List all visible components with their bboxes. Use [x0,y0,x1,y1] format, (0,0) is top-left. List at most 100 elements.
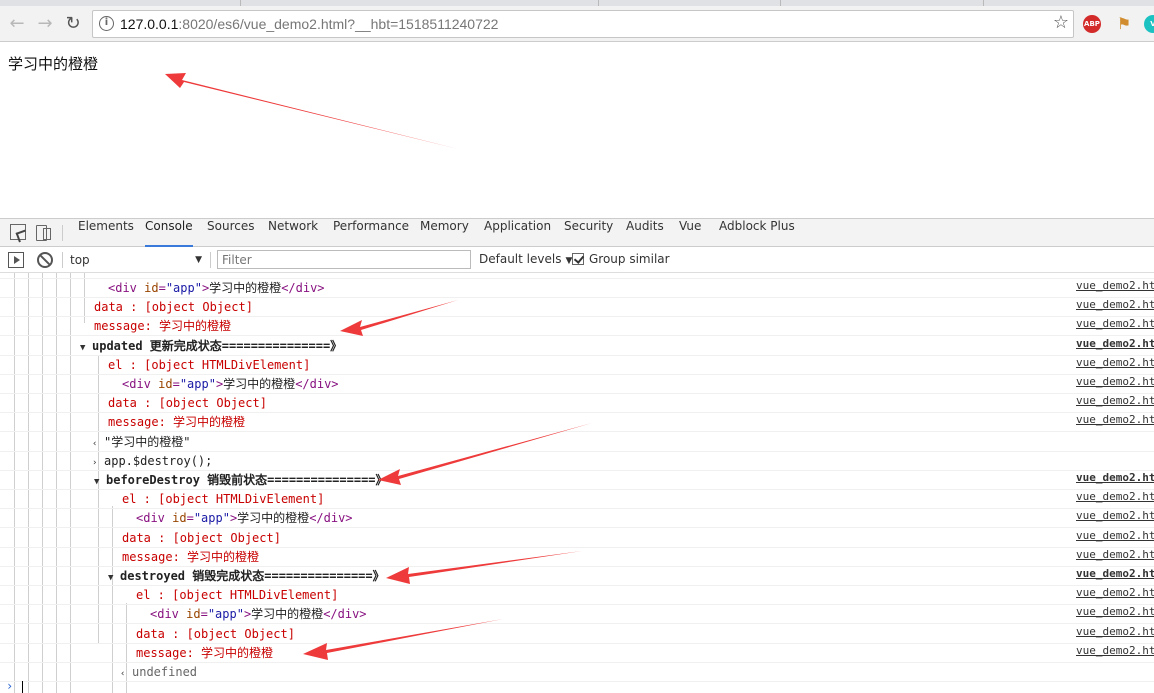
tab-security[interactable]: Security [564,219,613,247]
log-text: message: 学习中的橙橙 [94,319,232,334]
text-cursor [22,681,23,693]
log-source-link[interactable]: vue_demo2.html [1076,548,1154,561]
expanded-triangle-icon[interactable]: ▼ [94,473,106,491]
log-source-link[interactable]: vue_demo2.html [1076,413,1154,426]
divider [210,252,211,268]
log-row: data : [object Object] vue_demo2.html [0,298,1154,318]
element-text: 学习中的橙橙 [209,281,282,295]
console-sidebar-icon[interactable] [8,252,24,268]
log-source-link[interactable]: vue_demo2.html [1076,356,1154,369]
log-input: › app.$destroy(); [92,452,212,472]
group-similar-checkbox[interactable]: Group similar [572,252,670,266]
tab-sources[interactable]: Sources [207,219,254,247]
log-text: app.$destroy(); [104,453,213,468]
log-row: ‹ undefined [0,663,1154,682]
context-select[interactable]: top ▼ [70,251,206,269]
device-toolbar-icon[interactable] [34,224,51,241]
log-group-header[interactable]: ▼ beforeDestroy 销毁前状态===============》 vue_… [0,471,1154,490]
log-text: "学习中的橙橙" [104,434,191,449]
log-row: el : [object HTMLDivElement] vue_demo2.ht… [0,586,1154,606]
log-source-link[interactable]: vue_demo2.html [1076,375,1154,388]
log-source-link[interactable]: vue_demo2.html [1076,567,1154,580]
address-bar[interactable]: i 127.0.0.1:8020/es6/vue_demo2.html?__hb… [92,10,1074,38]
log-group-header[interactable]: ▼ updated 更新完成状态===============》 vue_demo2… [0,337,1154,356]
tab-application[interactable]: Application [484,219,551,247]
result-chevron-icon: ‹ [92,438,98,449]
tab-performance[interactable]: Performance [333,219,409,247]
log-levels-dropdown[interactable]: Default levels ▼ [479,252,572,266]
log-source-link[interactable]: vue_demo2.html [1076,298,1154,311]
log-text: beforeDestroy 销毁前状态===============》 [106,473,388,487]
html-attr-value: "app" [165,281,202,295]
log-source-link[interactable]: vue_demo2.html [1076,586,1154,599]
html-attr: id [186,607,201,622]
log-element-preview: <div id="app">学习中的橙橙</div> [136,509,353,527]
log-row: el : [object HTMLDivElement] vue_demo2.ht… [0,356,1154,375]
url-path: :8020/es6/vue_demo2.html?__hbt=151851124… [178,16,499,32]
log-text: data : [object Object] [122,530,281,545]
element-text: 学习中的橙橙 [237,511,310,526]
log-group-label: ▼ beforeDestroy 销毁前状态===============》 [94,471,388,491]
back-arrow-icon[interactable]: ← [6,13,28,35]
tab-audits[interactable]: Audits [626,219,664,247]
log-source-link[interactable]: vue_demo2.html [1076,279,1154,292]
html-tag: = [158,281,166,295]
vue-devtools-icon[interactable]: V [1144,15,1154,33]
expanded-triangle-icon[interactable]: ▼ [80,339,92,357]
log-source-link[interactable]: vue_demo2.html [1076,490,1154,503]
tab-console[interactable]: Console [145,219,193,247]
log-source-link[interactable]: vue_demo2.html [1076,317,1154,330]
console-log[interactable]: vue_demo2.html <div id="app">学习中的橙橙</div… [0,273,1154,693]
log-source-link[interactable]: vue_demo2.html [1076,394,1154,407]
log-source-link[interactable]: vue_demo2.html [1076,471,1154,484]
log-text: el : [object HTMLDivElement] [108,357,311,372]
inspect-element-icon[interactable] [10,224,26,240]
context-select-value: top [70,253,90,267]
url-host: 127.0.0.1 [120,16,179,32]
log-text: data : [object Object] [136,626,295,641]
tab-vue[interactable]: Vue [679,219,701,247]
log-source-link[interactable]: vue_demo2.html [1076,605,1154,618]
app-text: 学习中的橙橙 [8,55,99,73]
log-row: message: 学习中的橙橙 vue_demo2.html [0,644,1154,663]
browser-toolbar: ← → ↻ i 127.0.0.1:8020/es6/vue_demo2.htm… [0,6,1154,42]
console-prompt[interactable]: › [0,679,1154,693]
html-attr-value: "app" [193,511,230,526]
info-icon[interactable]: i [99,16,114,31]
console-toolbar: top ▼ Default levels▼ Group similar [0,247,1154,273]
html-tag: = [186,511,194,526]
input-chevron-icon: › [92,457,98,468]
expanded-triangle-icon[interactable]: ▼ [108,569,120,587]
checkbox-checked-icon[interactable] [572,253,584,265]
log-result: ‹ undefined [120,663,197,683]
url-text[interactable]: 127.0.0.1:8020/es6/vue_demo2.html?__hbt=… [120,16,498,32]
element-text: 学习中的橙橙 [251,607,324,622]
tab-network[interactable]: Network [268,219,318,247]
log-source-link[interactable]: vue_demo2.html [1076,625,1154,638]
html-attr-value: "app" [179,377,216,391]
log-text: message: 学习中的橙橙 [108,415,246,430]
html-tag: </div> [281,281,325,295]
log-source-link[interactable]: vue_demo2.html [1076,337,1154,350]
log-source-link[interactable]: vue_demo2.html [1076,509,1154,522]
log-source-link[interactable]: vue_demo2.html [1076,644,1154,657]
tab-adblock-plus[interactable]: Adblock Plus [719,219,795,247]
log-source-link[interactable]: vue_demo2.html [1076,529,1154,542]
forward-arrow-icon[interactable]: → [34,13,56,35]
bookmark-star-icon[interactable]: ☆ [1053,12,1069,33]
log-text: undefined [132,665,198,679]
console-filter-input[interactable] [217,250,471,269]
log-group-label: ▼ destroyed 销毁完成状态===============》 [108,567,385,587]
extension-flag-icon[interactable]: ⚑ [1115,15,1133,33]
page-viewport: 学习中的橙橙 [0,43,1154,218]
log-group-header[interactable]: ▼ destroyed 销毁完成状态===============》 vue_dem… [0,567,1154,586]
adblock-plus-icon[interactable]: ABP [1083,15,1101,33]
log-result: ‹ "学习中的橙橙" [92,433,190,453]
tab-memory[interactable]: Memory [420,219,469,247]
html-tag: </div> [323,607,367,622]
log-group-label: ▼ updated 更新完成状态===============》 [80,337,342,357]
clear-console-icon[interactable] [37,252,53,268]
reload-icon[interactable]: ↻ [62,13,84,35]
html-tag: = [200,607,208,622]
tab-elements[interactable]: Elements [78,219,134,247]
